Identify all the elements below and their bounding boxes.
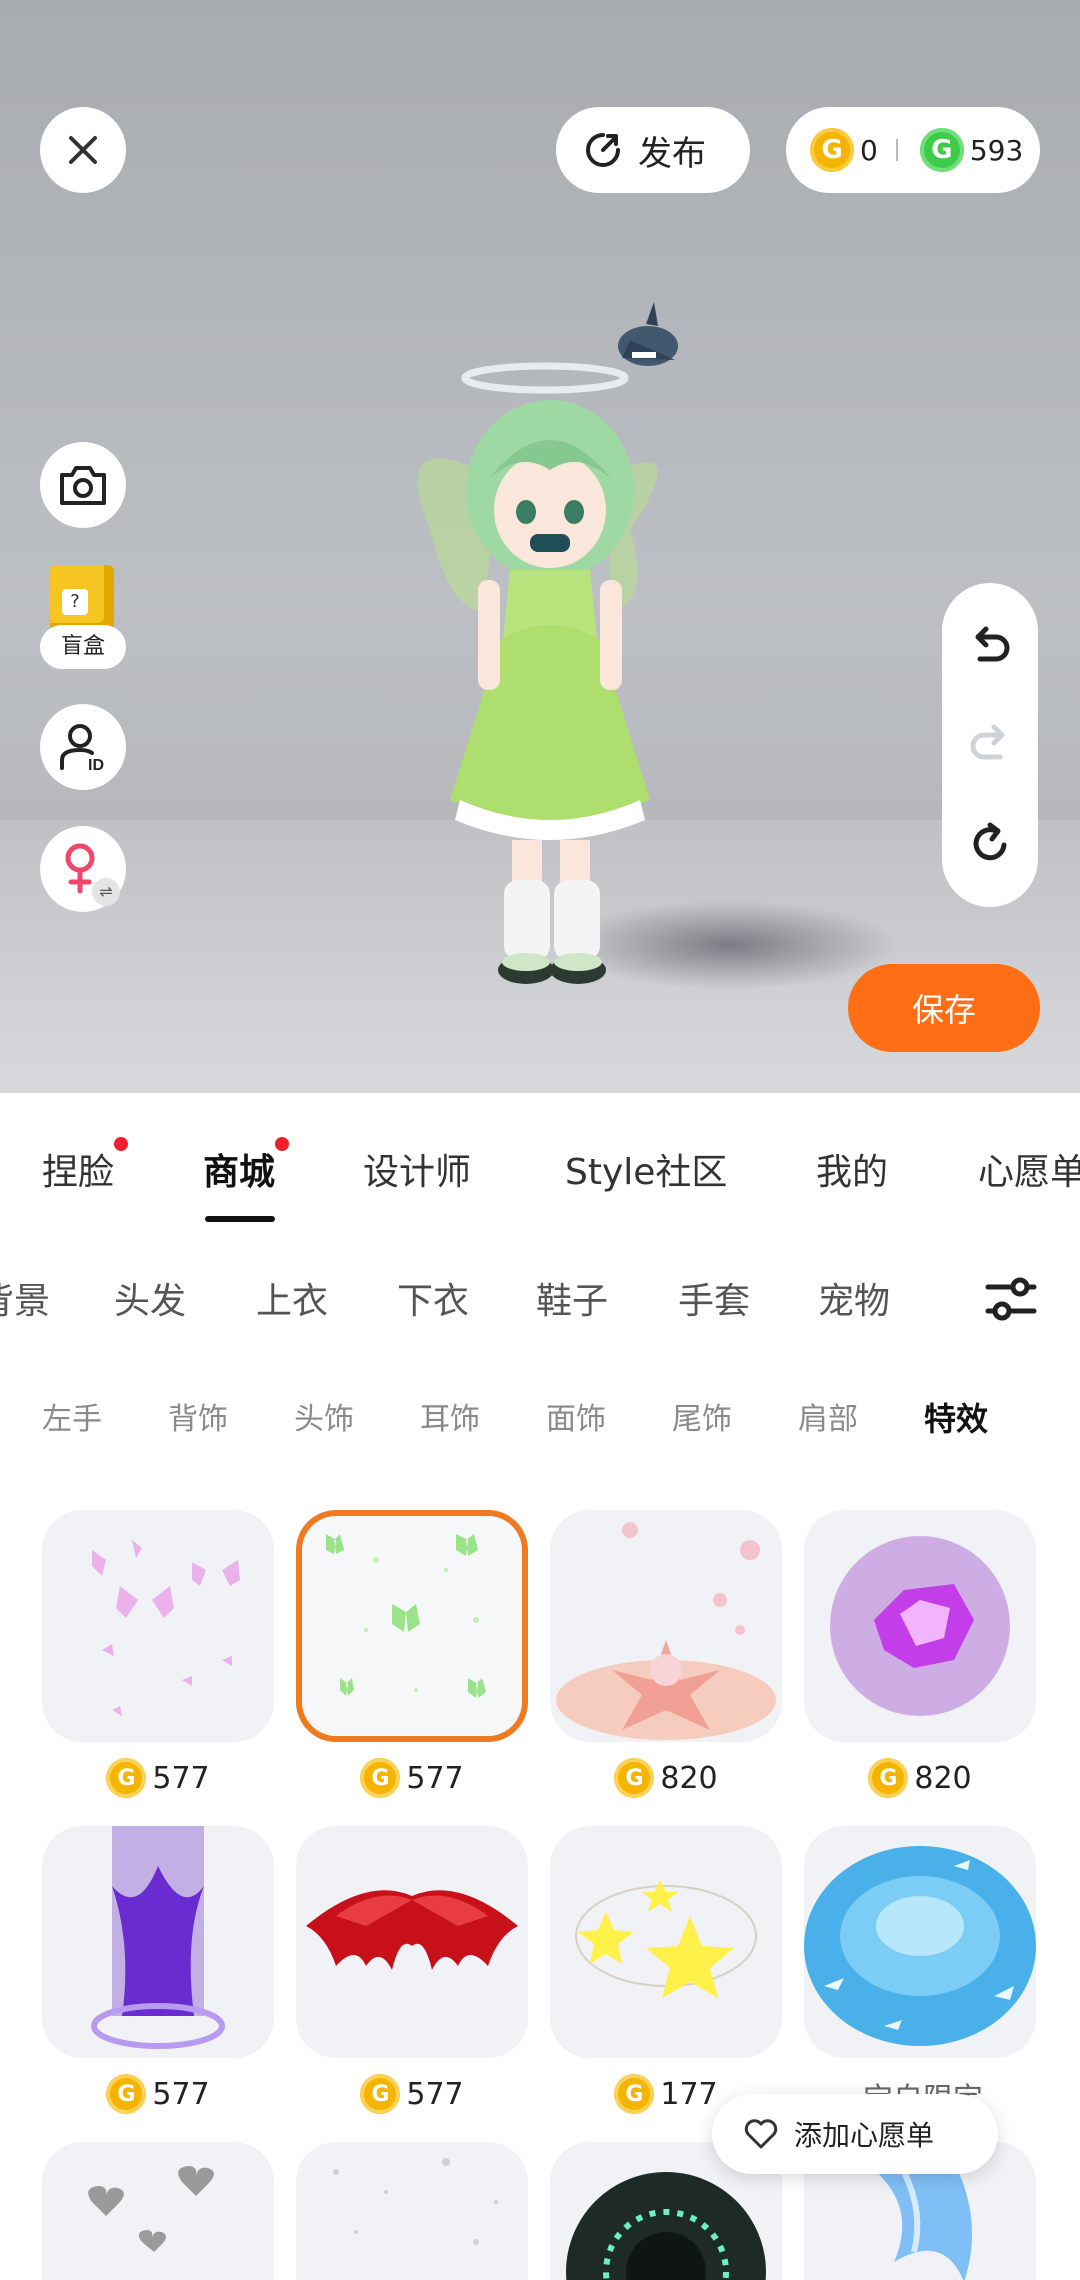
price-value: 820 [914, 1760, 972, 1796]
item-price: G 577 [42, 1758, 274, 1798]
avatar-3d-viewport[interactable]: 发布 G 0 G 593 ? 盲盒 ID ⇌ 保存 [0, 0, 1080, 1093]
publish-icon [586, 133, 620, 167]
coin-icon: G [106, 2074, 147, 2114]
red-bat-wings-effect-thumb [296, 1826, 528, 2058]
tab-face-label: 捏脸 [42, 1152, 115, 1193]
item-price: G 577 [296, 2074, 528, 2114]
blindbox-label: 盲盒 [40, 625, 126, 669]
blindbox-icon: ? [50, 565, 114, 631]
category-bar: 背景 头发 上衣 下衣 鞋子 手套 宠物 [0, 1240, 1080, 1350]
tab-shop[interactable]: 商城 [203, 1137, 290, 1195]
avatar-character[interactable] [400, 280, 720, 1040]
heart-icon [744, 2119, 778, 2149]
close-button[interactable] [40, 107, 126, 193]
tab-wishlist[interactable]: 心愿单 [978, 1143, 1080, 1195]
green-butterflies-effect-thumb [296, 1510, 528, 1742]
subcategory-tail[interactable]: 尾饰 [672, 1394, 732, 1438]
undo-icon[interactable] [966, 623, 1014, 671]
item-price: G 820 [804, 1758, 1036, 1798]
green-coin-icon: G [919, 128, 964, 172]
price-value: 577 [406, 1760, 464, 1796]
sparkle-dust-effect-thumb [296, 2142, 528, 2280]
camera-icon [60, 466, 106, 505]
coin-icon: G [106, 1758, 147, 1798]
tab-wishlist-label: 心愿单 [978, 1152, 1080, 1193]
user-id-icon: ID [60, 724, 104, 772]
tab-mine-label: 我的 [816, 1152, 889, 1193]
tab-face[interactable]: 捏脸 [42, 1137, 129, 1195]
redo-icon[interactable] [966, 721, 1014, 769]
category-background[interactable]: 背景 [0, 1272, 50, 1324]
tab-designer[interactable]: 设计师 [363, 1143, 471, 1195]
pink-butterflies-effect-thumb [42, 1510, 274, 1742]
item-price: G 820 [550, 1758, 782, 1798]
close-icon [69, 136, 97, 164]
camera-button[interactable] [40, 442, 126, 528]
notification-dot [114, 1137, 129, 1151]
tab-shop-label: 商城 [203, 1152, 276, 1193]
shark-pet-icon [618, 302, 678, 366]
item-price: G 577 [42, 2074, 274, 2114]
tab-mine[interactable]: 我的 [816, 1143, 888, 1195]
tab-style-community[interactable]: Style社区 [565, 1143, 727, 1195]
subcategory-effects[interactable]: 特效 [924, 1394, 988, 1440]
price-value: 177 [660, 2076, 718, 2112]
subcategory-headwear[interactable]: 头饰 [294, 1394, 354, 1438]
wallet-balance[interactable]: G 0 G 593 [786, 107, 1040, 193]
wallet-divider [895, 139, 898, 161]
price-value: 577 [152, 1760, 210, 1796]
subcategory-back[interactable]: 背饰 [168, 1394, 228, 1438]
purple-energy-effect-thumb [804, 1510, 1036, 1742]
category-pets[interactable]: 宠物 [818, 1272, 890, 1324]
reset-icon[interactable] [966, 819, 1014, 867]
price-value: 577 [152, 2076, 210, 2112]
gold-coin-icon: G [810, 128, 854, 172]
coin-icon: G [868, 1758, 909, 1798]
coin-icon: G [614, 1758, 655, 1798]
blue-water-ripple-effect-thumb [804, 1826, 1036, 2058]
main-tab-bar: 捏脸 商城 设计师 Style社区 我的 心愿单 [0, 1093, 1080, 1223]
filter-icon[interactable] [984, 1272, 1038, 1326]
save-button[interactable]: 保存 [848, 964, 1040, 1052]
avatar-id-button[interactable]: ID [40, 704, 126, 790]
tab-designer-label: 设计师 [363, 1152, 472, 1193]
green-amount: 593 [969, 133, 1024, 167]
coin-icon: G [614, 2074, 655, 2114]
subcategory-bar: 左手 背饰 头饰 耳饰 面饰 尾饰 肩部 特效 [0, 1360, 1080, 1460]
silver-hearts-effect-thumb [42, 2142, 274, 2280]
category-gloves[interactable]: 手套 [678, 1272, 750, 1324]
subcategory-earrings[interactable]: 耳饰 [420, 1394, 480, 1438]
active-tab-indicator [205, 1216, 275, 1222]
gender-switch-button[interactable]: ⇌ [40, 826, 126, 912]
add-to-wishlist-button[interactable]: 添加心愿单 [712, 2094, 998, 2174]
price-value: 577 [406, 2076, 464, 2112]
purple-flame-pillar-effect-thumb [42, 1826, 274, 2058]
category-hair[interactable]: 头发 [114, 1272, 186, 1324]
item-price: G 577 [296, 1758, 528, 1798]
price-value: 820 [660, 1760, 718, 1796]
notification-dot [275, 1137, 290, 1151]
category-shoes[interactable]: 鞋子 [536, 1272, 608, 1324]
subcategory-shoulder[interactable]: 肩部 [798, 1394, 858, 1438]
swap-icon: ⇌ [92, 878, 120, 906]
coin-icon: G [360, 1758, 401, 1798]
category-top[interactable]: 上衣 [256, 1272, 328, 1324]
coin-icon: G [360, 2074, 401, 2114]
wishlist-label: 添加心愿单 [794, 2119, 935, 2152]
subcategory-left-hand[interactable]: 左手 [42, 1394, 102, 1438]
subcategory-face[interactable]: 面饰 [546, 1394, 606, 1438]
history-controls [942, 583, 1038, 907]
publish-label: 发布 [638, 133, 706, 174]
tab-style-community-label: Style社区 [565, 1152, 728, 1193]
publish-button[interactable]: 发布 [556, 107, 750, 193]
pink-flower-burst-effect-thumb [550, 1510, 782, 1742]
svg-text:ID: ID [88, 757, 104, 772]
gold-amount: 0 [860, 133, 878, 167]
category-bottom[interactable]: 下衣 [397, 1272, 469, 1324]
yellow-stars-effect-thumb [550, 1826, 782, 2058]
blindbox-button[interactable]: ? 盲盒 [40, 565, 130, 675]
